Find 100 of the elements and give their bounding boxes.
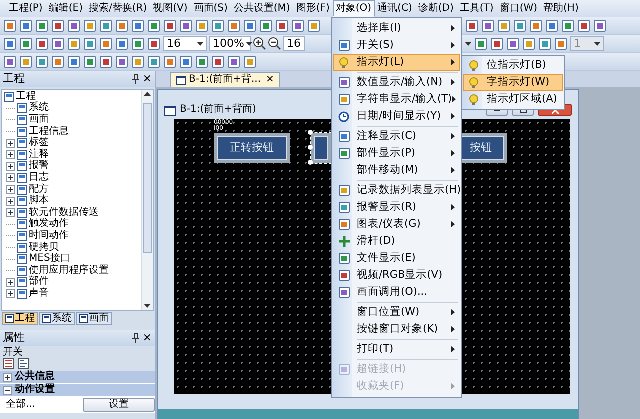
expand-icon[interactable] <box>6 289 15 298</box>
menu-item[interactable]: 帮助(H) <box>540 0 582 17</box>
expand-icon[interactable] <box>6 196 15 206</box>
expand-icon[interactable] <box>6 278 15 287</box>
expand-icon[interactable] <box>6 162 15 171</box>
menu-item[interactable]: 记录数据列表显示(H) <box>333 182 460 199</box>
menu-item[interactable]: 部件移动(M) <box>333 162 460 179</box>
tool-icon[interactable] <box>3 54 17 68</box>
tool-icon[interactable] <box>577 18 591 32</box>
tool-icon[interactable] <box>465 18 479 32</box>
menu-item[interactable]: 选择库(I) <box>333 20 460 37</box>
settings-button[interactable]: 设置 <box>83 398 155 412</box>
tool-icon[interactable] <box>227 18 241 32</box>
size-field[interactable]: 16 <box>283 36 305 51</box>
tool-icon[interactable] <box>243 18 257 32</box>
tool-icon[interactable] <box>67 18 81 32</box>
tool-icon[interactable] <box>179 54 193 68</box>
tool-icon[interactable] <box>83 54 97 68</box>
expand-icon[interactable] <box>6 138 15 148</box>
tree-item[interactable]: 脚本 <box>29 195 49 208</box>
tool-icon[interactable] <box>115 18 129 32</box>
tool-icon[interactable] <box>131 18 145 32</box>
scroll-down-icon[interactable] <box>144 304 151 308</box>
tool-icon[interactable] <box>179 18 193 32</box>
menu-item[interactable]: 日期/时间显示(Y) <box>333 108 460 125</box>
tree-item[interactable]: 使用应用程序设置 <box>29 264 109 277</box>
selection-handle[interactable] <box>308 145 313 150</box>
tool-icon[interactable] <box>19 36 33 50</box>
tool-icon[interactable] <box>19 18 33 32</box>
tool-icon[interactable] <box>211 54 225 68</box>
caret-icon[interactable] <box>465 42 472 46</box>
expand-icon[interactable] <box>6 208 15 218</box>
menu-item[interactable]: 工具(T) <box>456 0 497 17</box>
scrollbar-thumb[interactable] <box>143 103 152 253</box>
tool-icon[interactable] <box>211 18 225 32</box>
tool-icon[interactable] <box>307 18 321 32</box>
category-view-icon[interactable] <box>3 358 14 369</box>
tool-icon[interactable] <box>147 36 161 50</box>
tool-icon[interactable] <box>259 18 273 32</box>
menu-item[interactable]: 位指示灯(B) <box>463 57 563 74</box>
menu-item[interactable]: 字指示灯(W) <box>463 74 563 91</box>
scrollbar[interactable] <box>141 90 153 310</box>
menu-item[interactable]: 文件显示(E) <box>333 250 460 267</box>
expand-icon[interactable] <box>6 185 15 194</box>
menu-item[interactable]: 打印(T) <box>333 341 460 358</box>
tool-icon[interactable] <box>3 18 17 32</box>
close-button[interactable]: × <box>142 72 152 86</box>
tree-item[interactable]: MES接口 <box>29 253 70 266</box>
tool-icon[interactable] <box>147 54 161 68</box>
tool-icon[interactable] <box>67 36 81 50</box>
tool-icon[interactable] <box>51 36 65 50</box>
scroll-up-icon[interactable] <box>144 92 151 96</box>
menu-item[interactable]: 数值显示/输入(N) <box>333 74 460 91</box>
tool-icon[interactable] <box>195 18 209 32</box>
tool-icon[interactable] <box>513 18 527 32</box>
tool-icon[interactable] <box>554 36 568 50</box>
tool-icon[interactable] <box>474 36 488 50</box>
tool-icon[interactable] <box>227 54 241 68</box>
tree-item[interactable]: 工程信息 <box>29 126 69 138</box>
menu-item[interactable]: 画面(S) <box>190 0 231 17</box>
tool-icon[interactable] <box>497 18 511 32</box>
tool-icon[interactable] <box>51 54 65 68</box>
tree-item[interactable]: 报警 <box>29 160 49 172</box>
tree-item[interactable]: 硬拷贝 <box>29 242 59 254</box>
collapse-icon[interactable] <box>3 386 12 394</box>
selection-handle[interactable] <box>308 130 313 135</box>
menu-item[interactable]: 指示灯(L) <box>333 54 460 71</box>
menu-item[interactable]: 指示灯区域(A) <box>463 91 563 108</box>
tool-icon[interactable] <box>481 18 495 32</box>
tool-icon[interactable] <box>593 18 607 32</box>
menu-item[interactable]: 图形(F) <box>293 0 333 17</box>
tool-icon[interactable] <box>115 36 129 50</box>
tool-icon[interactable] <box>3 36 17 50</box>
expand-icon[interactable] <box>6 173 15 182</box>
list-view-icon[interactable] <box>18 358 29 369</box>
tool-icon[interactable] <box>99 36 113 50</box>
tool-icon[interactable] <box>545 18 559 32</box>
tool-icon[interactable] <box>115 54 129 68</box>
tree-item[interactable]: 触发动作 <box>29 218 69 230</box>
menu-item[interactable]: 诊断(D) <box>415 0 457 17</box>
expand-icon[interactable] <box>3 372 12 382</box>
tool-icon[interactable] <box>490 36 504 50</box>
zoom-select[interactable]: 100% <box>209 36 251 51</box>
tool-icon[interactable] <box>83 36 97 50</box>
tool-icon[interactable] <box>529 18 543 32</box>
menu-item[interactable]: 工程(P) <box>6 0 46 17</box>
tool-icon[interactable] <box>35 36 49 50</box>
tool-icon[interactable] <box>243 54 257 68</box>
font-size-select[interactable]: 16 <box>163 36 207 51</box>
tree-item[interactable]: 配方 <box>29 184 49 196</box>
panel-tab[interactable]: 画面 <box>76 312 112 325</box>
tool-icon[interactable] <box>35 18 49 32</box>
panel-tab[interactable]: 工程 <box>2 312 38 325</box>
tool-icon[interactable] <box>163 18 177 32</box>
tool-icon[interactable] <box>163 54 177 68</box>
tool-icon[interactable] <box>506 36 520 50</box>
tool-icon[interactable] <box>195 54 209 68</box>
pin-icon[interactable] <box>132 74 140 84</box>
menu-item[interactable]: 滑杆(D) <box>333 233 460 250</box>
expand-icon[interactable] <box>6 150 15 160</box>
